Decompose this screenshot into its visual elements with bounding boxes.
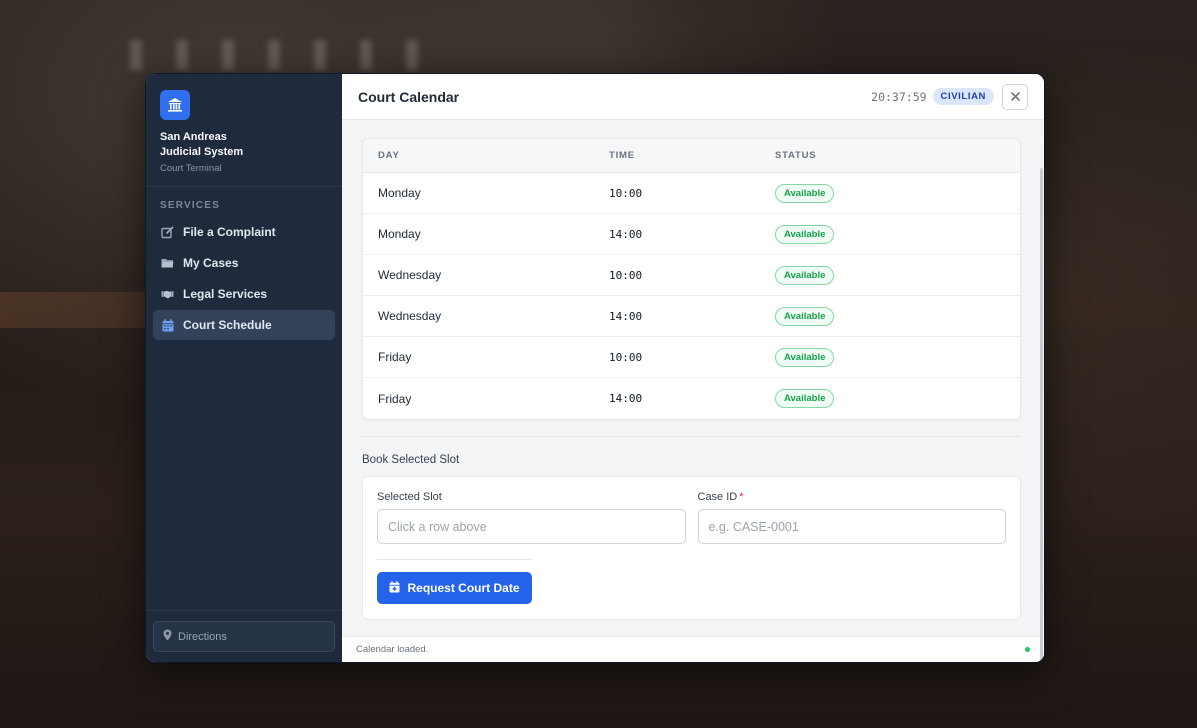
form-separator — [377, 559, 532, 560]
request-court-date-label: Request Court Date — [407, 581, 520, 595]
brand-title-line2: Judicial System — [160, 146, 244, 158]
cell-time: 10:00 — [609, 186, 643, 200]
directions-button[interactable]: Directions — [153, 621, 335, 652]
table-row[interactable]: Monday 10:00 Available — [363, 173, 1020, 214]
cell-time: 14:00 — [609, 392, 643, 405]
map-pin-icon — [163, 629, 172, 644]
role-badge: CIVILIAN — [932, 88, 994, 105]
brand-title-line1: San Andreas — [160, 131, 227, 143]
required-marker: * — [739, 491, 744, 503]
booking-section-title: Book Selected Slot — [362, 454, 460, 466]
sidebar-item-label: My Cases — [183, 256, 239, 270]
calendar-plus-icon — [389, 580, 400, 596]
cell-time: 10:00 — [609, 350, 643, 364]
status-badge: Available — [775, 347, 835, 367]
cell-day: Monday — [378, 186, 421, 200]
selected-slot-input[interactable] — [377, 509, 686, 544]
sidebar-item-my-cases[interactable]: My Cases — [153, 248, 335, 278]
close-icon — [1010, 89, 1020, 104]
table-header: DAY TIME STATUS — [363, 139, 1020, 173]
case-id-field: Case ID * — [697, 491, 1007, 544]
handshake-icon — [161, 288, 174, 301]
cell-time: 10:00 — [609, 268, 643, 282]
status-badge: Available — [775, 183, 835, 203]
case-id-label-text: Case ID — [697, 491, 738, 503]
calendar-icon — [161, 318, 174, 332]
header: Court Calendar 20:37:59 CIVILIAN — [342, 74, 1044, 120]
request-court-date-button[interactable]: Request Court Date — [377, 572, 532, 604]
status-badge: Available — [775, 306, 835, 326]
column-header-status: STATUS — [775, 150, 817, 161]
selected-slot-field: Selected Slot — [377, 491, 686, 544]
status-badge: Available — [775, 265, 835, 285]
content-area: DAY TIME STATUS Monday 10:00 Available M… — [342, 120, 1044, 662]
cell-time: 14:00 — [609, 309, 643, 323]
sidebar-item-label: File a Complaint — [183, 225, 276, 239]
case-id-label: Case ID * — [698, 491, 1007, 503]
cell-day: Friday — [378, 391, 412, 406]
edit-icon — [161, 226, 174, 239]
table-row[interactable]: Wednesday 10:00 Available — [363, 255, 1020, 296]
table-row[interactable]: Friday 10:00 Available — [363, 337, 1020, 378]
court-terminal-window: San Andreas Judicial System Court Termin… — [145, 73, 1045, 663]
sidebar-item-label: Legal Services — [183, 287, 268, 301]
clock: 20:37:59 — [871, 89, 927, 104]
case-id-input[interactable] — [697, 509, 1006, 544]
selected-slot-label: Selected Slot — [377, 491, 442, 503]
column-header-day: DAY — [378, 150, 400, 161]
scrollbar[interactable] — [1040, 168, 1043, 662]
cell-day: Wednesday — [378, 268, 442, 282]
section-divider — [362, 436, 1021, 437]
status-badge: Available — [775, 224, 835, 244]
sidebar-item-legal-services[interactable]: Legal Services — [153, 279, 335, 309]
table-row[interactable]: Monday 14:00 Available — [363, 214, 1020, 255]
sidebar: San Andreas Judicial System Court Termin… — [146, 74, 342, 662]
cell-day: Friday — [378, 350, 412, 364]
sidebar-item-file-complaint[interactable]: File a Complaint — [153, 217, 335, 247]
courthouse-icon — [160, 90, 190, 120]
sidebar-item-label: Court Schedule — [183, 318, 272, 332]
table-row[interactable]: Friday 14:00 Available — [363, 378, 1020, 419]
schedule-table: DAY TIME STATUS Monday 10:00 Available M… — [362, 138, 1021, 420]
column-header-time: TIME — [609, 150, 635, 161]
sidebar-footer: Directions — [146, 610, 342, 662]
brand-subtitle: Court Terminal — [160, 163, 222, 174]
status-badge: Available — [775, 389, 835, 408]
folder-icon — [161, 257, 174, 270]
cell-day: Wednesday — [378, 309, 442, 323]
sidebar-item-court-schedule[interactable]: Court Schedule — [153, 310, 335, 340]
brand: San Andreas Judicial System Court Termin… — [146, 74, 342, 187]
main-panel: Court Calendar 20:37:59 CIVILIAN DAY TIM… — [342, 74, 1044, 662]
cell-day: Monday — [378, 227, 421, 241]
status-indicator-dot — [1025, 647, 1030, 652]
close-button[interactable] — [1002, 83, 1028, 110]
table-row[interactable]: Wednesday 14:00 Available — [363, 296, 1020, 337]
services-section-label: SERVICES — [160, 200, 220, 211]
booking-form: Selected Slot Case ID* — [362, 476, 1021, 620]
page-title: Court Calendar — [358, 88, 460, 105]
directions-label: Directions — [178, 630, 227, 643]
status-bar: Calendar loaded. — [342, 636, 1044, 662]
cell-time: 14:00 — [609, 227, 643, 241]
status-message: Calendar loaded. — [356, 644, 429, 655]
